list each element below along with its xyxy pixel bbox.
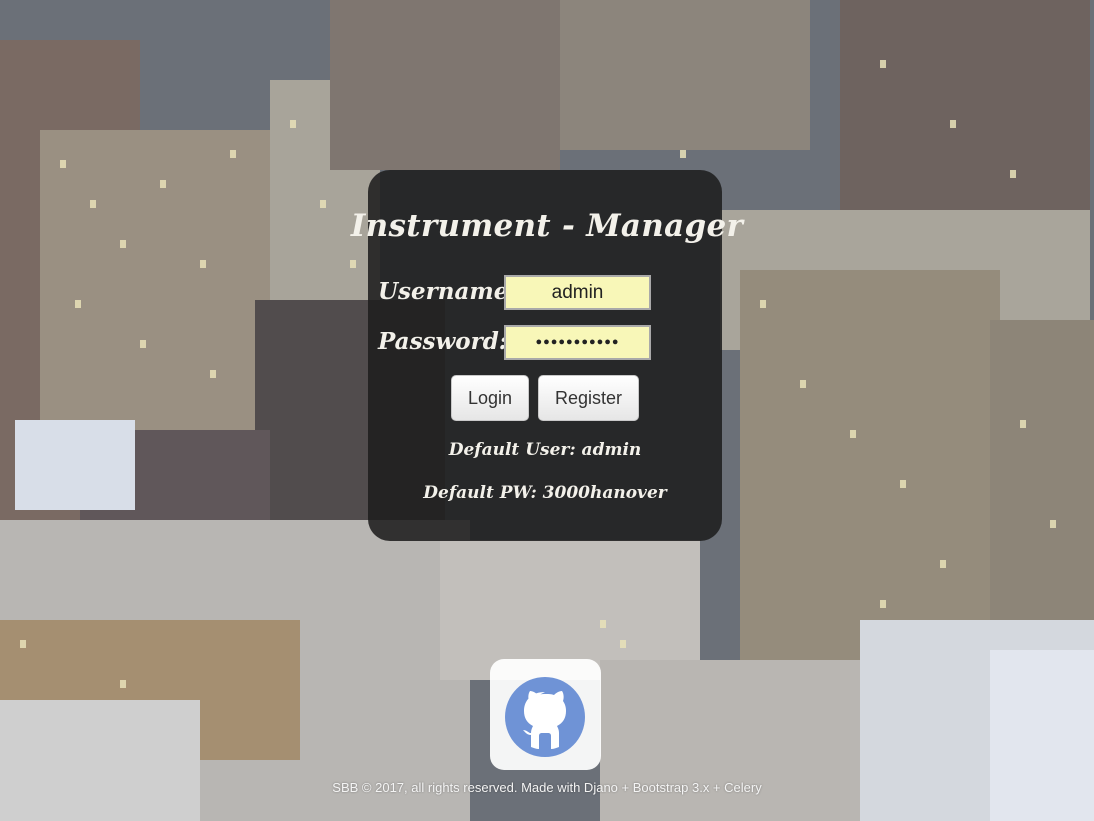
github-link[interactable] [490,659,601,770]
password-label: Password: [378,328,508,355]
username-input[interactable] [504,275,651,310]
register-button[interactable]: Register [538,375,639,421]
github-icon [505,677,585,757]
default-password-hint: Default PW: 3000hanover [423,483,667,503]
password-input[interactable]: ●●●●●●●●●●● [504,325,651,360]
username-label: Username: [378,278,517,305]
app-title: Instrument - Manager [350,208,744,244]
default-user-hint: Default User: admin [448,440,642,460]
footer-text: SBB © 2017, all rights reserved. Made wi… [332,780,762,795]
login-button[interactable]: Login [451,375,529,421]
